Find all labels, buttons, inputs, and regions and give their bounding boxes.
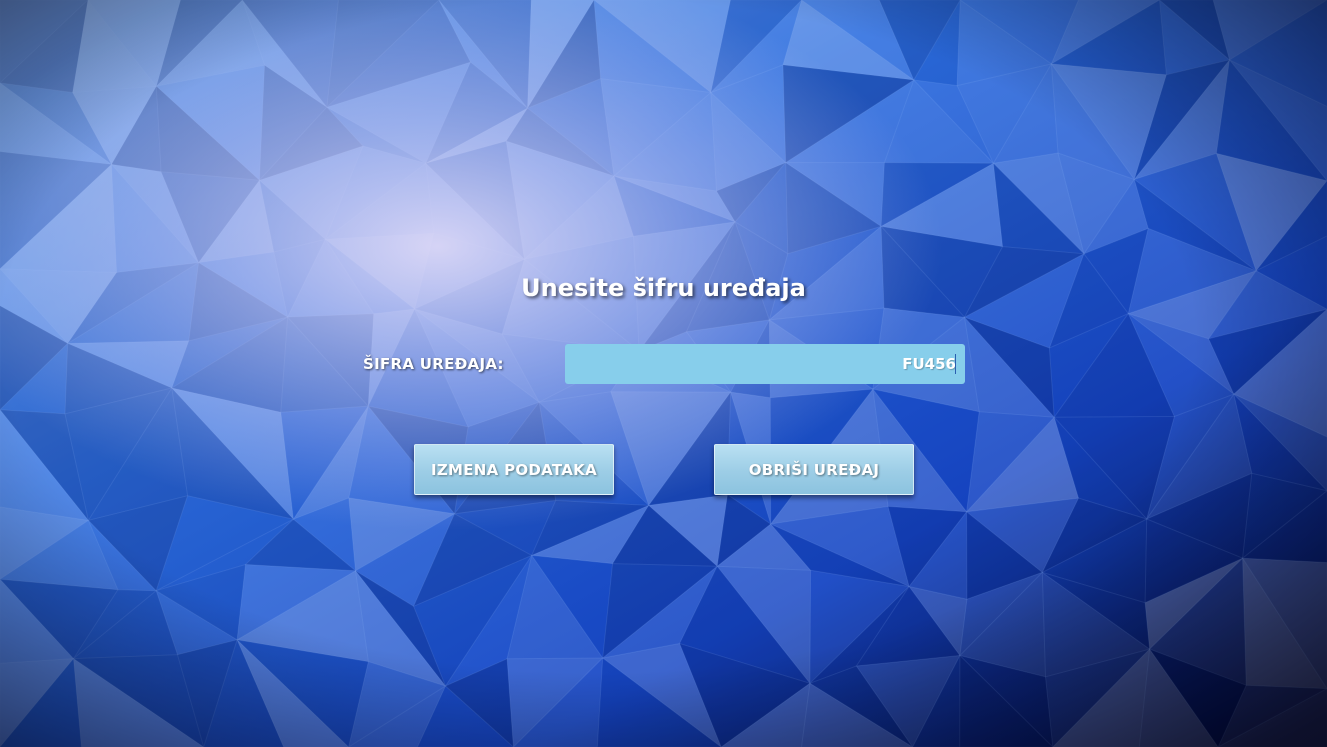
device-code-label: ŠIFRA UREĐAJA:	[363, 355, 504, 373]
page-title: Unesite šifru uređaja	[521, 274, 806, 302]
device-code-input[interactable]	[565, 344, 965, 384]
delete-device-button[interactable]: OBRIŠI UREĐAJ	[714, 444, 914, 495]
edit-data-button[interactable]: IZMENA PODATAKA	[414, 444, 614, 495]
text-caret	[955, 354, 956, 374]
